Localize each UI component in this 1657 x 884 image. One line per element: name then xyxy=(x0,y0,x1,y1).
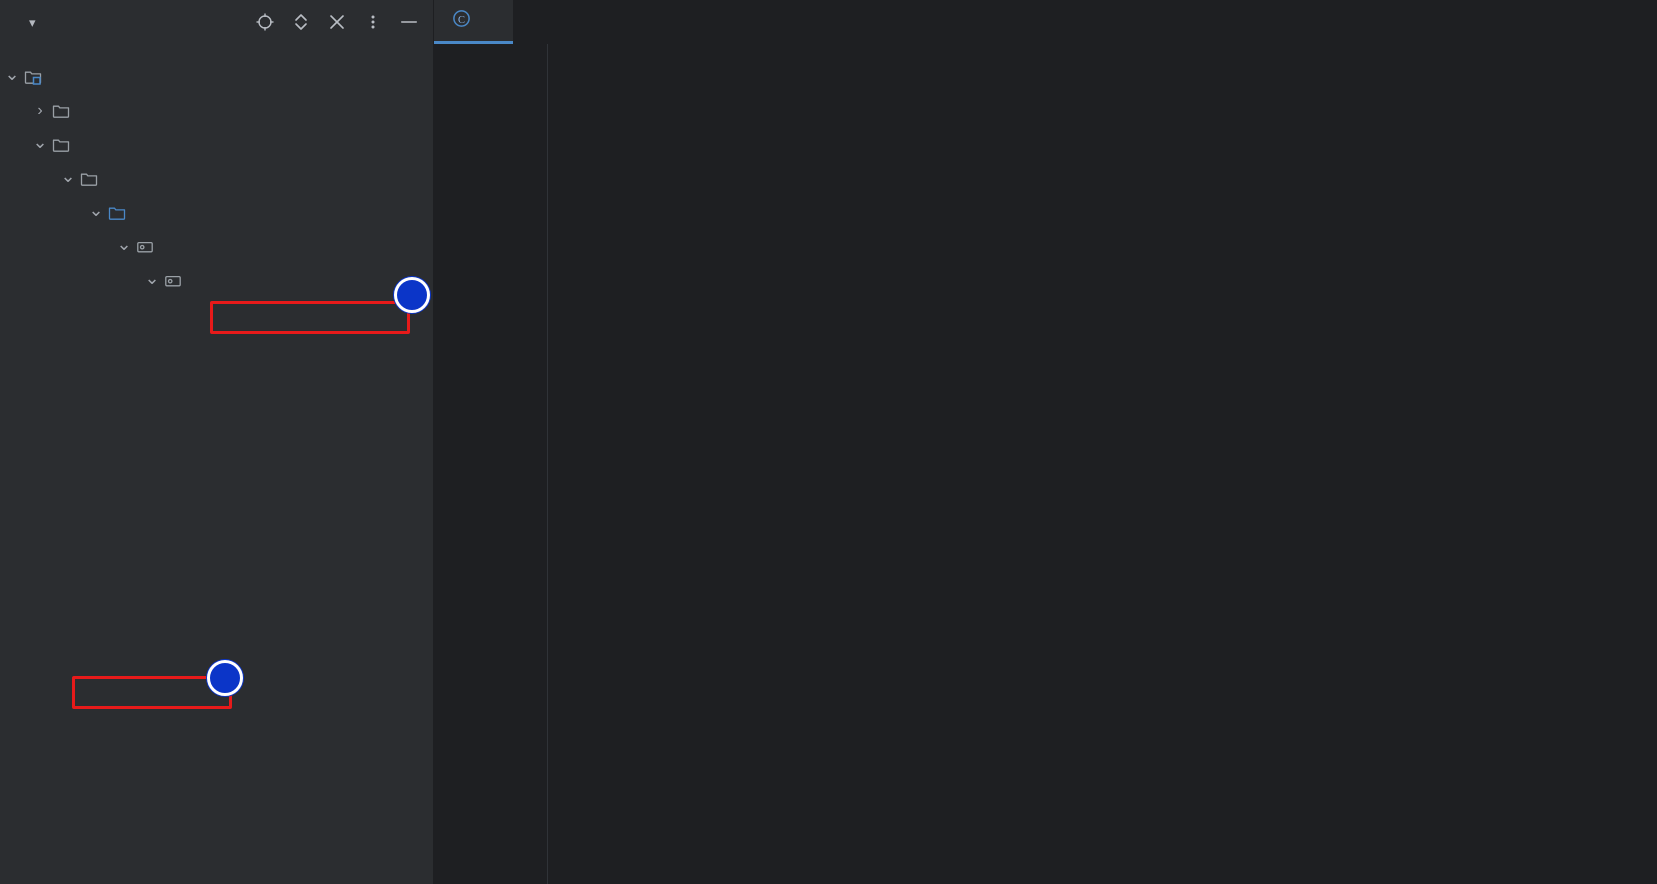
svg-text:C: C xyxy=(458,14,465,25)
panel-toolbar xyxy=(255,12,419,32)
tree-item-src[interactable]: ⌄ xyxy=(0,128,433,162)
folder-icon xyxy=(50,135,72,155)
more-options-icon[interactable] xyxy=(363,12,383,32)
project-panel: ▾ ⌄ › ⌄ ⌄ ⌄ ⌄ ⌄ xyxy=(0,0,434,884)
annotation-badge-1 xyxy=(394,277,430,313)
hide-panel-icon[interactable] xyxy=(399,12,419,32)
chevron-down-icon[interactable]: ⌄ xyxy=(144,269,160,287)
folder-icon xyxy=(50,101,72,121)
chevron-down-icon[interactable]: ▾ xyxy=(29,16,36,29)
editor-area: C xyxy=(434,0,1657,884)
project-panel-header: ▾ xyxy=(0,0,433,44)
chevron-down-icon[interactable]: ⌄ xyxy=(60,167,76,185)
ide-window: ▾ ⌄ › ⌄ ⌄ ⌄ ⌄ ⌄ C xyxy=(0,0,1657,884)
tree-item-vip-meet[interactable]: ⌄ xyxy=(0,230,433,264)
source-folder-icon xyxy=(106,203,128,223)
tree-item-java[interactable]: ⌄ xyxy=(0,196,433,230)
code-viewport[interactable] xyxy=(434,44,1657,884)
tab-memorypremain-java[interactable]: C xyxy=(434,0,513,44)
tree-item-agent[interactable]: ⌄ xyxy=(0,264,433,298)
java-class-icon: C xyxy=(452,9,471,33)
editor-tabbar: C xyxy=(434,0,1657,44)
tree-item-agent-learn[interactable]: ⌄ xyxy=(0,60,433,94)
collapse-all-icon[interactable] xyxy=(327,12,347,32)
package-icon xyxy=(134,237,156,257)
project-tree[interactable]: ⌄ › ⌄ ⌄ ⌄ ⌄ ⌄ xyxy=(0,44,433,298)
chevron-down-icon[interactable]: ⌄ xyxy=(32,133,48,151)
chevron-down-icon[interactable]: ⌄ xyxy=(116,235,132,253)
folder-icon xyxy=(78,169,100,189)
chevron-right-icon[interactable]: › xyxy=(32,103,48,119)
expand-collapse-icon[interactable] xyxy=(291,12,311,32)
chevron-down-icon[interactable]: ⌄ xyxy=(4,65,20,83)
package-icon xyxy=(162,271,184,291)
annotation-badge-2 xyxy=(207,660,243,696)
select-opened-file-icon[interactable] xyxy=(255,12,275,32)
tree-item-idea[interactable]: › xyxy=(0,94,433,128)
tree-item-main[interactable]: ⌄ xyxy=(0,162,433,196)
chevron-down-icon[interactable]: ⌄ xyxy=(88,201,104,219)
module-folder-icon xyxy=(22,67,44,87)
